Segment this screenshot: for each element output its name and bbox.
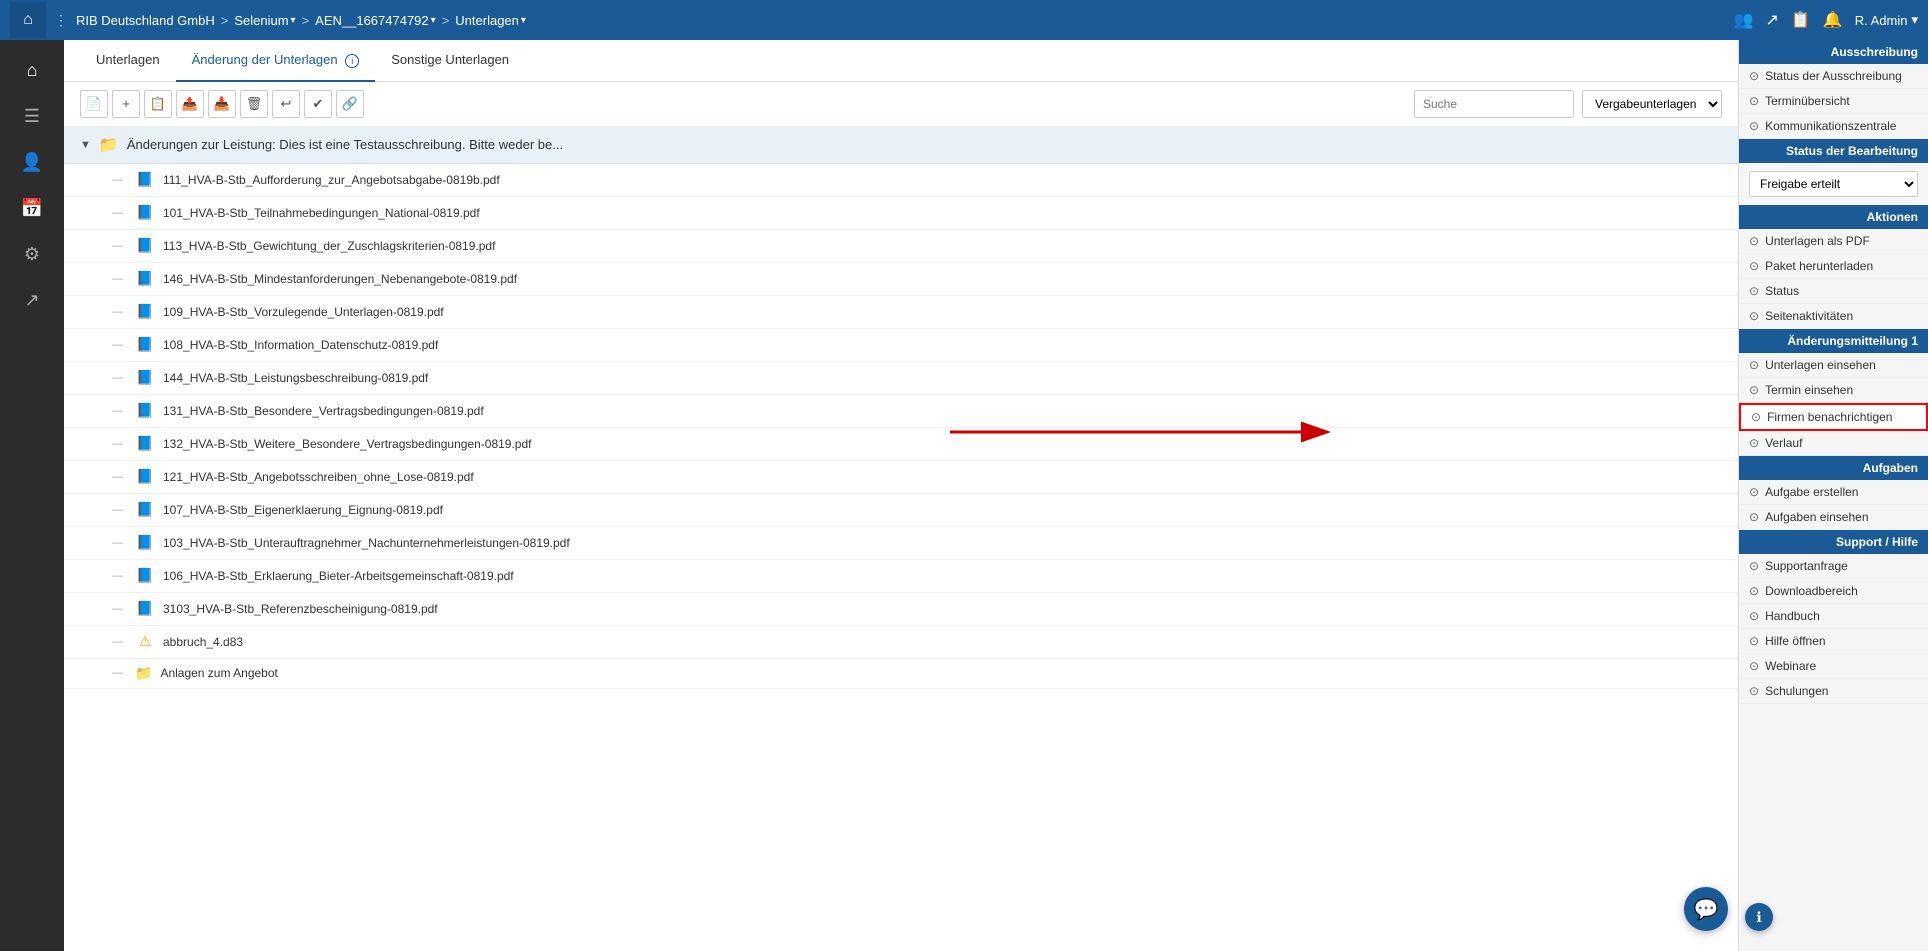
top-nav-right: 👥 ↗ 📋 🔔 R. Admin ▾ [1734, 10, 1918, 30]
support-header: Support / Hilfe [1739, 530, 1928, 554]
file-item[interactable]: —📘111_HVA-B-Stb_Aufforderung_zur_Angebot… [64, 164, 1738, 197]
sidebar-menu[interactable]: ☰ [8, 94, 56, 138]
toolbar-doc-btn[interactable]: 📄 [80, 90, 108, 118]
breadcrumb-rib[interactable]: RIB Deutschland GmbH [76, 13, 215, 28]
user-menu[interactable]: R. Admin ▾ [1855, 12, 1918, 28]
unterlagen-einsehen-item[interactable]: ⊙ Unterlagen einsehen [1739, 353, 1928, 378]
aenderungsmitteilung-header: Änderungsmitteilung 1 [1739, 329, 1928, 353]
ausschreibung-header: Ausschreibung [1739, 40, 1928, 64]
termin-einsehen-item[interactable]: ⊙ Termin einsehen [1739, 378, 1928, 403]
toolbar-delete-btn[interactable]: 🗑 [240, 90, 268, 118]
status-select[interactable]: Freigabe erteilt In Bearbeitung Abgeschl… [1749, 171, 1918, 197]
status-item[interactable]: ⊙ Status [1739, 279, 1928, 304]
seitenaktivitaeten-item[interactable]: ⊙ Seitenaktivitäten [1739, 304, 1928, 329]
folder-item[interactable]: —📁Anlagen zum Angebot [64, 659, 1738, 689]
sidebar-user[interactable]: 👤 [8, 140, 56, 184]
file-list: ▼ 📁 Änderungen zur Leistung: Dies ist ei… [64, 127, 1738, 951]
tab-unterlagen[interactable]: Unterlagen [80, 40, 176, 82]
file-item[interactable]: —📘107_HVA-B-Stb_Eigenerklaerung_Eignung-… [64, 494, 1738, 527]
file-item[interactable]: —📘103_HVA-B-Stb_Unterauftragnehmer_Nachu… [64, 527, 1738, 560]
center-panel: Unterlagen Änderung der Unterlagen i Son… [64, 40, 1738, 951]
toolbar-copy-btn[interactable]: 📋 [144, 90, 172, 118]
file-item[interactable]: —📘3103_HVA-B-Stb_Referenzbescheinigung-0… [64, 593, 1738, 626]
dots-icon[interactable]: ⋮ [54, 12, 68, 29]
search-input[interactable] [1414, 90, 1574, 118]
users-icon[interactable]: 👥 [1734, 10, 1754, 30]
right-sidebar: Ausschreibung ⊙ Status der Ausschreibung… [1738, 40, 1928, 951]
search-area: Vergabeunterlagen Alle Geänderte [1414, 90, 1722, 118]
hilfe-item[interactable]: ⊙ Hilfe öffnen [1739, 629, 1928, 654]
breadcrumb-selenium[interactable]: Selenium ▾ [234, 13, 295, 28]
tab-aenderung[interactable]: Änderung der Unterlagen i [176, 40, 376, 82]
left-sidebar: ⌂ ☰ 👤 📅 ⚙ ↗ [0, 40, 64, 951]
file-item[interactable]: —📘109_HVA-B-Stb_Vorzulegende_Unterlagen-… [64, 296, 1738, 329]
downloadbereich-item[interactable]: ⊙ Downloadbereich [1739, 579, 1928, 604]
file-item[interactable]: —📘108_HVA-B-Stb_Information_Datenschutz-… [64, 329, 1738, 362]
file-item[interactable]: —📘121_HVA-B-Stb_Angebotsschreiben_ohne_L… [64, 461, 1738, 494]
paket-item[interactable]: ⊙ Paket herunterladen [1739, 254, 1928, 279]
file-item[interactable]: —📘131_HVA-B-Stb_Besondere_Vertragsbeding… [64, 395, 1738, 428]
file-item[interactable]: —📘106_HVA-B-Stb_Erklaerung_Bieter-Arbeit… [64, 560, 1738, 593]
breadcrumb-aen[interactable]: AEN__1667474792 ▾ [315, 13, 436, 28]
file-item[interactable]: —⚠abbruch_4.d83 [64, 626, 1738, 659]
unterlagen-pdf-item[interactable]: ⊙ Unterlagen als PDF [1739, 229, 1928, 254]
share-icon[interactable]: ↗ [1765, 10, 1778, 30]
sidebar-export[interactable]: ↗ [8, 278, 56, 322]
kommunikation-item[interactable]: ⊙ Kommunikationszentrale [1739, 114, 1928, 139]
chat-bubble[interactable]: 💬 [1684, 887, 1728, 931]
clipboard-icon[interactable]: 📋 [1791, 10, 1811, 30]
aufgaben-einsehen-item[interactable]: ⊙ Aufgaben einsehen [1739, 505, 1928, 530]
supportanfrage-item[interactable]: ⊙ Supportanfrage [1739, 554, 1928, 579]
home-icon[interactable]: ⌂ [10, 2, 46, 38]
status-bearbeitung-header: Status der Bearbeitung [1739, 139, 1928, 163]
breadcrumb-unterlagen[interactable]: Unterlagen ▾ [455, 13, 526, 28]
file-item[interactable]: —📘146_HVA-B-Stb_Mindestanforderungen_Neb… [64, 263, 1738, 296]
info-bubble[interactable]: ℹ [1745, 903, 1773, 931]
sidebar-home[interactable]: ⌂ [8, 48, 56, 92]
tab-sonstige[interactable]: Sonstige Unterlagen [375, 40, 525, 82]
toolbar-import-btn[interactable]: 📥 [208, 90, 236, 118]
toolbar-export-btn[interactable]: 📤 [176, 90, 204, 118]
terminuebersicht-item[interactable]: ⊙ Terminübersicht [1739, 89, 1928, 114]
handbuch-item[interactable]: ⊙ Handbuch [1739, 604, 1928, 629]
tabs: Unterlagen Änderung der Unterlagen i Son… [64, 40, 1738, 82]
status-ausschreibung-item[interactable]: ⊙ Status der Ausschreibung [1739, 64, 1928, 89]
file-item[interactable]: —📘132_HVA-B-Stb_Weitere_Besondere_Vertra… [64, 428, 1738, 461]
aufgabe-erstellen-item[interactable]: ⊙ Aufgabe erstellen [1739, 480, 1928, 505]
toolbar-link-btn[interactable]: 🔗 [336, 90, 364, 118]
file-item[interactable]: —📘113_HVA-B-Stb_Gewichtung_der_Zuschlags… [64, 230, 1738, 263]
webinare-item[interactable]: ⊙ Webinare [1739, 654, 1928, 679]
schulungen-item[interactable]: ⊙ Schulungen [1739, 679, 1928, 704]
breadcrumb: RIB Deutschland GmbH > Selenium ▾ > AEN_… [76, 13, 526, 28]
notification-icon[interactable]: 🔔 [1823, 10, 1843, 30]
aufgaben-header: Aufgaben [1739, 456, 1928, 480]
category-dropdown[interactable]: Vergabeunterlagen Alle Geänderte [1582, 90, 1722, 118]
status-dropdown: Freigabe erteilt In Bearbeitung Abgeschl… [1749, 171, 1918, 197]
file-item[interactable]: —📘144_HVA-B-Stb_Leistungsbeschreibung-08… [64, 362, 1738, 395]
verlauf-item[interactable]: ⊙ Verlauf [1739, 431, 1928, 456]
group-header[interactable]: ▼ 📁 Änderungen zur Leistung: Dies ist ei… [64, 127, 1738, 164]
firmen-benachrichtigen-item[interactable]: ⊙ Firmen benachrichtigen [1739, 403, 1928, 431]
toolbar-confirm-btn[interactable]: ✔ [304, 90, 332, 118]
toolbar: 📄 + 📋 📤 📥 🗑 ↩ ✔ 🔗 Vergabeunterlagen Alle… [64, 82, 1738, 127]
main-content: Unterlagen Änderung der Unterlagen i Son… [64, 40, 1928, 951]
sidebar-settings[interactable]: ⚙ [8, 232, 56, 276]
toolbar-undo-btn[interactable]: ↩ [272, 90, 300, 118]
info-icon: i [345, 54, 359, 68]
top-navigation: ⌂ ⋮ RIB Deutschland GmbH > Selenium ▾ > … [0, 0, 1928, 40]
sidebar-calendar[interactable]: 📅 [8, 186, 56, 230]
aktionen-header: Aktionen [1739, 205, 1928, 229]
file-item[interactable]: —📘101_HVA-B-Stb_Teilnahmebedingungen_Nat… [64, 197, 1738, 230]
toolbar-add-btn[interactable]: + [112, 90, 140, 118]
